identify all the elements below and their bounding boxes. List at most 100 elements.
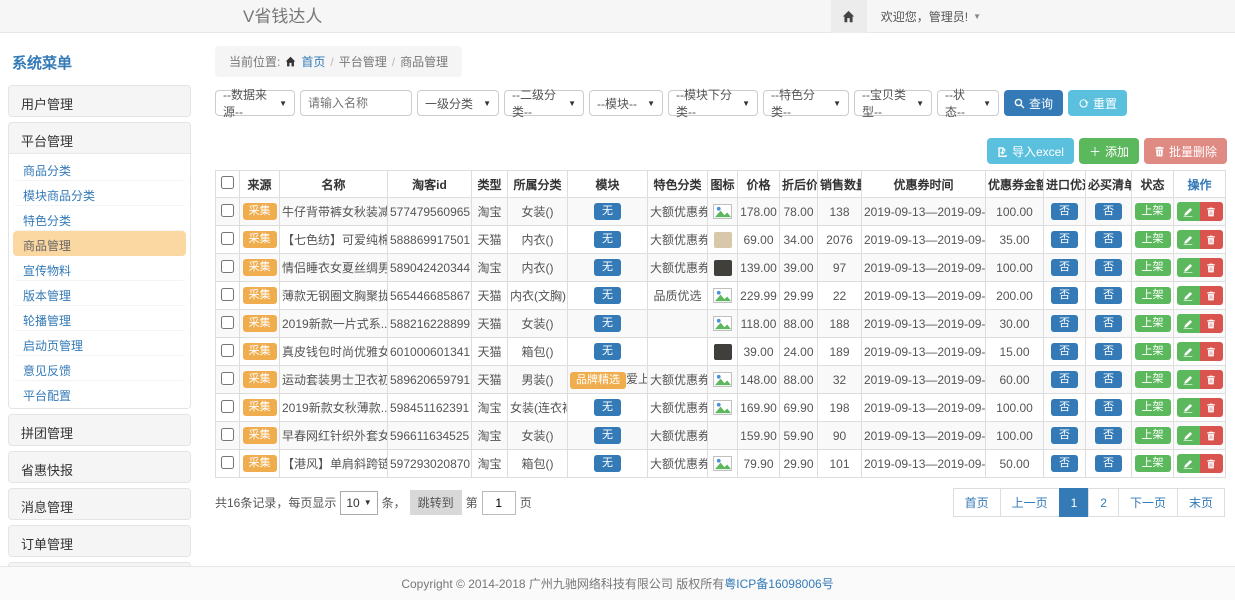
home-button[interactable] [831,0,867,33]
edit-button[interactable] [1177,230,1200,249]
status-button[interactable]: 上架 [1135,455,1171,472]
sidebar-item[interactable]: 模块商品分类 [13,181,186,206]
edit-button[interactable] [1177,258,1200,277]
edit-button[interactable] [1177,398,1200,417]
import-select-toggle[interactable]: 否 [1051,427,1078,444]
sidebar-item[interactable]: 商品管理 [13,231,186,256]
import-excel-button[interactable]: 导入excel [987,138,1074,164]
level1-category-select[interactable]: 一级分类▼ [417,90,499,116]
delete-button[interactable] [1200,230,1223,249]
edit-button[interactable] [1177,454,1200,473]
status-button[interactable]: 上架 [1135,399,1171,416]
search-button[interactable]: 查询 [1004,90,1063,116]
page-button[interactable]: 末页 [1177,488,1225,517]
user-menu[interactable]: 欢迎您，管理员! ▼ [867,0,995,33]
import-select-toggle[interactable]: 否 [1051,343,1078,360]
must-buy-toggle[interactable]: 否 [1095,371,1122,388]
import-select-toggle[interactable]: 否 [1051,455,1078,472]
feature-category-select[interactable]: --特色分类--▼ [763,90,849,116]
level2-category-select[interactable]: --二级分类--▼ [504,90,584,116]
status-button[interactable]: 上架 [1135,343,1171,360]
must-buy-toggle[interactable]: 否 [1095,259,1122,276]
must-buy-toggle[interactable]: 否 [1095,287,1122,304]
menu-group-header[interactable]: 省惠快报 [9,452,190,482]
menu-group-header[interactable]: 消息管理 [9,489,190,519]
name-input[interactable] [308,96,404,110]
import-select-toggle[interactable]: 否 [1051,231,1078,248]
edit-button[interactable] [1177,202,1200,221]
delete-button[interactable] [1200,314,1223,333]
delete-button[interactable] [1200,454,1223,473]
status-button[interactable]: 上架 [1135,259,1171,276]
row-checkbox[interactable] [221,232,234,245]
delete-button[interactable] [1200,342,1223,361]
item-type-select[interactable]: --宝贝类型--▼ [854,90,932,116]
must-buy-toggle[interactable]: 否 [1095,315,1122,332]
per-page-select[interactable]: 10▼ [340,491,377,515]
delete-button[interactable] [1200,202,1223,221]
row-checkbox[interactable] [221,372,234,385]
delete-button[interactable] [1200,398,1223,417]
status-button[interactable]: 上架 [1135,315,1171,332]
row-checkbox[interactable] [221,204,234,217]
row-checkbox[interactable] [221,316,234,329]
edit-button[interactable] [1177,342,1200,361]
jump-button[interactable]: 跳转到 [410,490,462,515]
must-buy-toggle[interactable]: 否 [1095,231,1122,248]
menu-group-header[interactable]: 拼团管理 [9,415,190,445]
import-select-toggle[interactable]: 否 [1051,399,1078,416]
add-button[interactable]: ＋ 添加 [1079,138,1139,164]
row-checkbox[interactable] [221,428,234,441]
batch-delete-button[interactable]: 批量删除 [1144,138,1227,164]
sidebar-item[interactable]: 特色分类 [13,206,186,231]
row-checkbox[interactable] [221,344,234,357]
status-button[interactable]: 上架 [1135,371,1171,388]
sidebar-item[interactable]: 平台配置 [13,381,186,406]
sidebar-item[interactable]: 轮播管理 [13,306,186,331]
import-select-toggle[interactable]: 否 [1051,371,1078,388]
sidebar-item[interactable]: 商品分类 [13,156,186,181]
import-select-toggle[interactable]: 否 [1051,315,1078,332]
row-checkbox[interactable] [221,288,234,301]
page-button[interactable]: 1 [1059,488,1090,517]
sidebar-item[interactable]: 版本管理 [13,281,186,306]
status-button[interactable]: 上架 [1135,427,1171,444]
must-buy-toggle[interactable]: 否 [1095,203,1122,220]
import-select-toggle[interactable]: 否 [1051,259,1078,276]
module-subcategory-select[interactable]: --模块下分类--▼ [668,90,758,116]
must-buy-toggle[interactable]: 否 [1095,343,1122,360]
delete-button[interactable] [1200,370,1223,389]
delete-button[interactable] [1200,286,1223,305]
data-source-select[interactable]: --数据来源--▼ [215,90,295,116]
edit-button[interactable] [1177,314,1200,333]
status-select[interactable]: --状态--▼ [937,90,999,116]
page-number-input[interactable] [482,491,516,515]
edit-button[interactable] [1177,370,1200,389]
menu-group-header[interactable]: 用户管理 [9,86,190,116]
edit-button[interactable] [1177,286,1200,305]
row-checkbox[interactable] [221,260,234,273]
must-buy-toggle[interactable]: 否 [1095,399,1122,416]
menu-group-header[interactable]: 订单管理 [9,526,190,556]
reset-button[interactable]: 重置 [1068,90,1127,116]
select-all-checkbox[interactable] [221,176,234,189]
sidebar-item[interactable]: 宣传物料 [13,256,186,281]
delete-button[interactable] [1200,426,1223,445]
page-button[interactable]: 上一页 [1000,488,1060,517]
page-button[interactable]: 下一页 [1118,488,1178,517]
must-buy-toggle[interactable]: 否 [1095,427,1122,444]
page-button[interactable]: 2 [1088,488,1119,517]
page-button[interactable]: 首页 [953,488,1001,517]
module-select[interactable]: --模块--▼ [589,90,663,116]
name-input[interactable] [300,90,412,116]
sidebar-item[interactable]: 启动页管理 [13,331,186,356]
must-buy-toggle[interactable]: 否 [1095,455,1122,472]
row-checkbox[interactable] [221,456,234,469]
status-button[interactable]: 上架 [1135,203,1171,220]
status-button[interactable]: 上架 [1135,231,1171,248]
row-checkbox[interactable] [221,400,234,413]
status-button[interactable]: 上架 [1135,287,1171,304]
delete-button[interactable] [1200,258,1223,277]
import-select-toggle[interactable]: 否 [1051,287,1078,304]
import-select-toggle[interactable]: 否 [1051,203,1078,220]
